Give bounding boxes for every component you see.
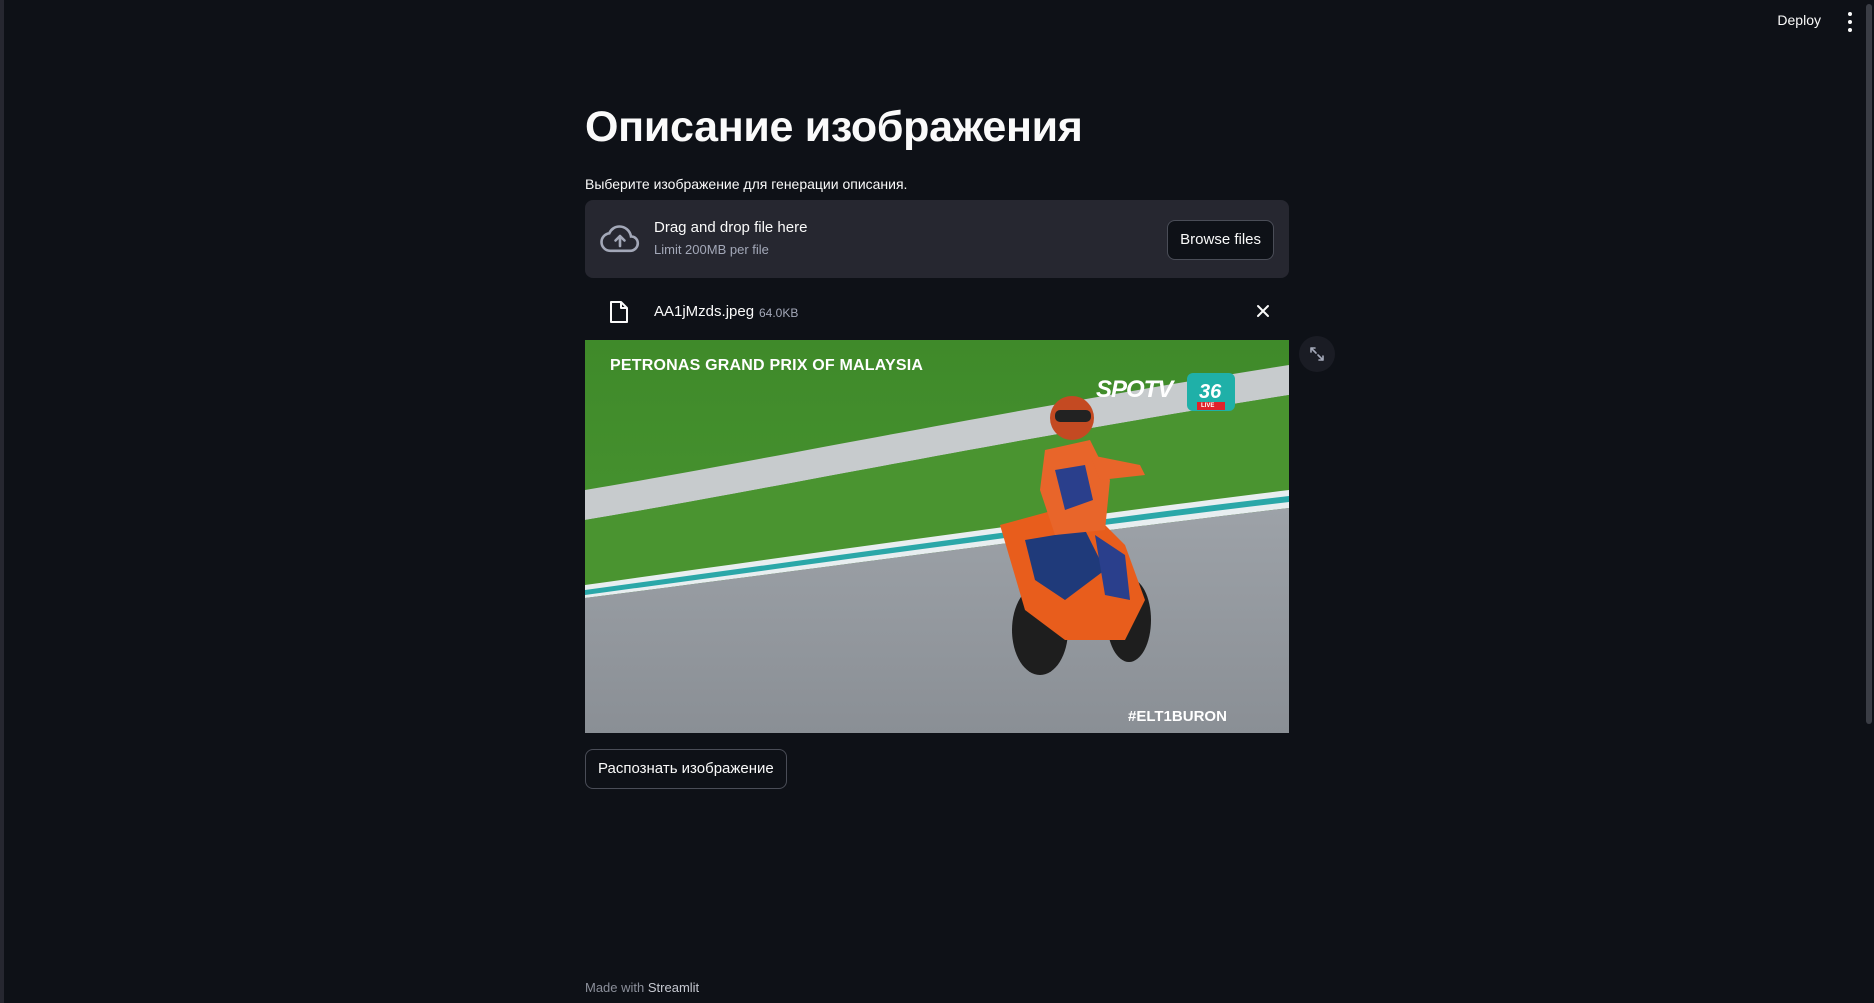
page-title: Описание изображения bbox=[585, 103, 1083, 151]
main-content: Описание изображения Выберите изображени… bbox=[585, 100, 1335, 789]
browse-files-button[interactable]: Browse files bbox=[1167, 219, 1274, 260]
file-icon bbox=[610, 300, 628, 323]
dropzone-title: Drag and drop file here bbox=[654, 218, 808, 236]
close-icon[interactable] bbox=[1255, 303, 1271, 319]
file-dropzone[interactable]: Drag and drop file here Limit 200MB per … bbox=[585, 199, 1289, 278]
image-hashtag: #ELT1BURON bbox=[1128, 707, 1227, 725]
image-preview: PETRONAS GRAND PRIX OF MALAYSIA SPOTV 36… bbox=[585, 335, 1335, 733]
scrollbar[interactable] bbox=[1864, 0, 1872, 1003]
channel-number: 36 bbox=[1199, 380, 1222, 403]
scrollbar-thumb[interactable] bbox=[1866, 4, 1872, 724]
deploy-button[interactable]: Deploy bbox=[1777, 12, 1821, 28]
left-edge bbox=[0, 0, 4, 1003]
channel-live-tag: LIVE bbox=[1201, 402, 1215, 409]
cloud-upload-icon bbox=[600, 225, 640, 252]
motorcycle-photo bbox=[585, 339, 1289, 733]
footer-brand-link[interactable]: Streamlit bbox=[648, 980, 699, 995]
fullscreen-button[interactable] bbox=[1299, 335, 1335, 372]
dropzone-text: Drag and drop file here Limit 200MB per … bbox=[654, 219, 807, 257]
expand-icon bbox=[1310, 347, 1324, 361]
recognize-image-button[interactable]: Распознать изображение bbox=[585, 748, 787, 789]
file-size: 64.0KB bbox=[759, 305, 799, 320]
file-name: AA1jMzds.jpeg bbox=[654, 302, 755, 320]
uploader-label: Выберите изображение для генерации описа… bbox=[585, 175, 908, 192]
footer-prefix: Made with bbox=[585, 980, 645, 995]
uploaded-image: PETRONAS GRAND PRIX OF MALAYSIA SPOTV 36… bbox=[585, 339, 1289, 733]
dropzone-limit: Limit 200MB per file bbox=[654, 241, 769, 257]
kebab-menu-icon[interactable] bbox=[1846, 12, 1854, 32]
top-bar: Deploy bbox=[0, 0, 1874, 44]
image-overlay-title: PETRONAS GRAND PRIX OF MALAYSIA bbox=[610, 356, 924, 374]
uploaded-file-row: AA1jMzds.jpeg 64.0KB bbox=[585, 278, 1289, 340]
footer: Made with Streamlit bbox=[585, 980, 699, 995]
broadcaster-logo: SPOTV bbox=[1096, 375, 1173, 403]
